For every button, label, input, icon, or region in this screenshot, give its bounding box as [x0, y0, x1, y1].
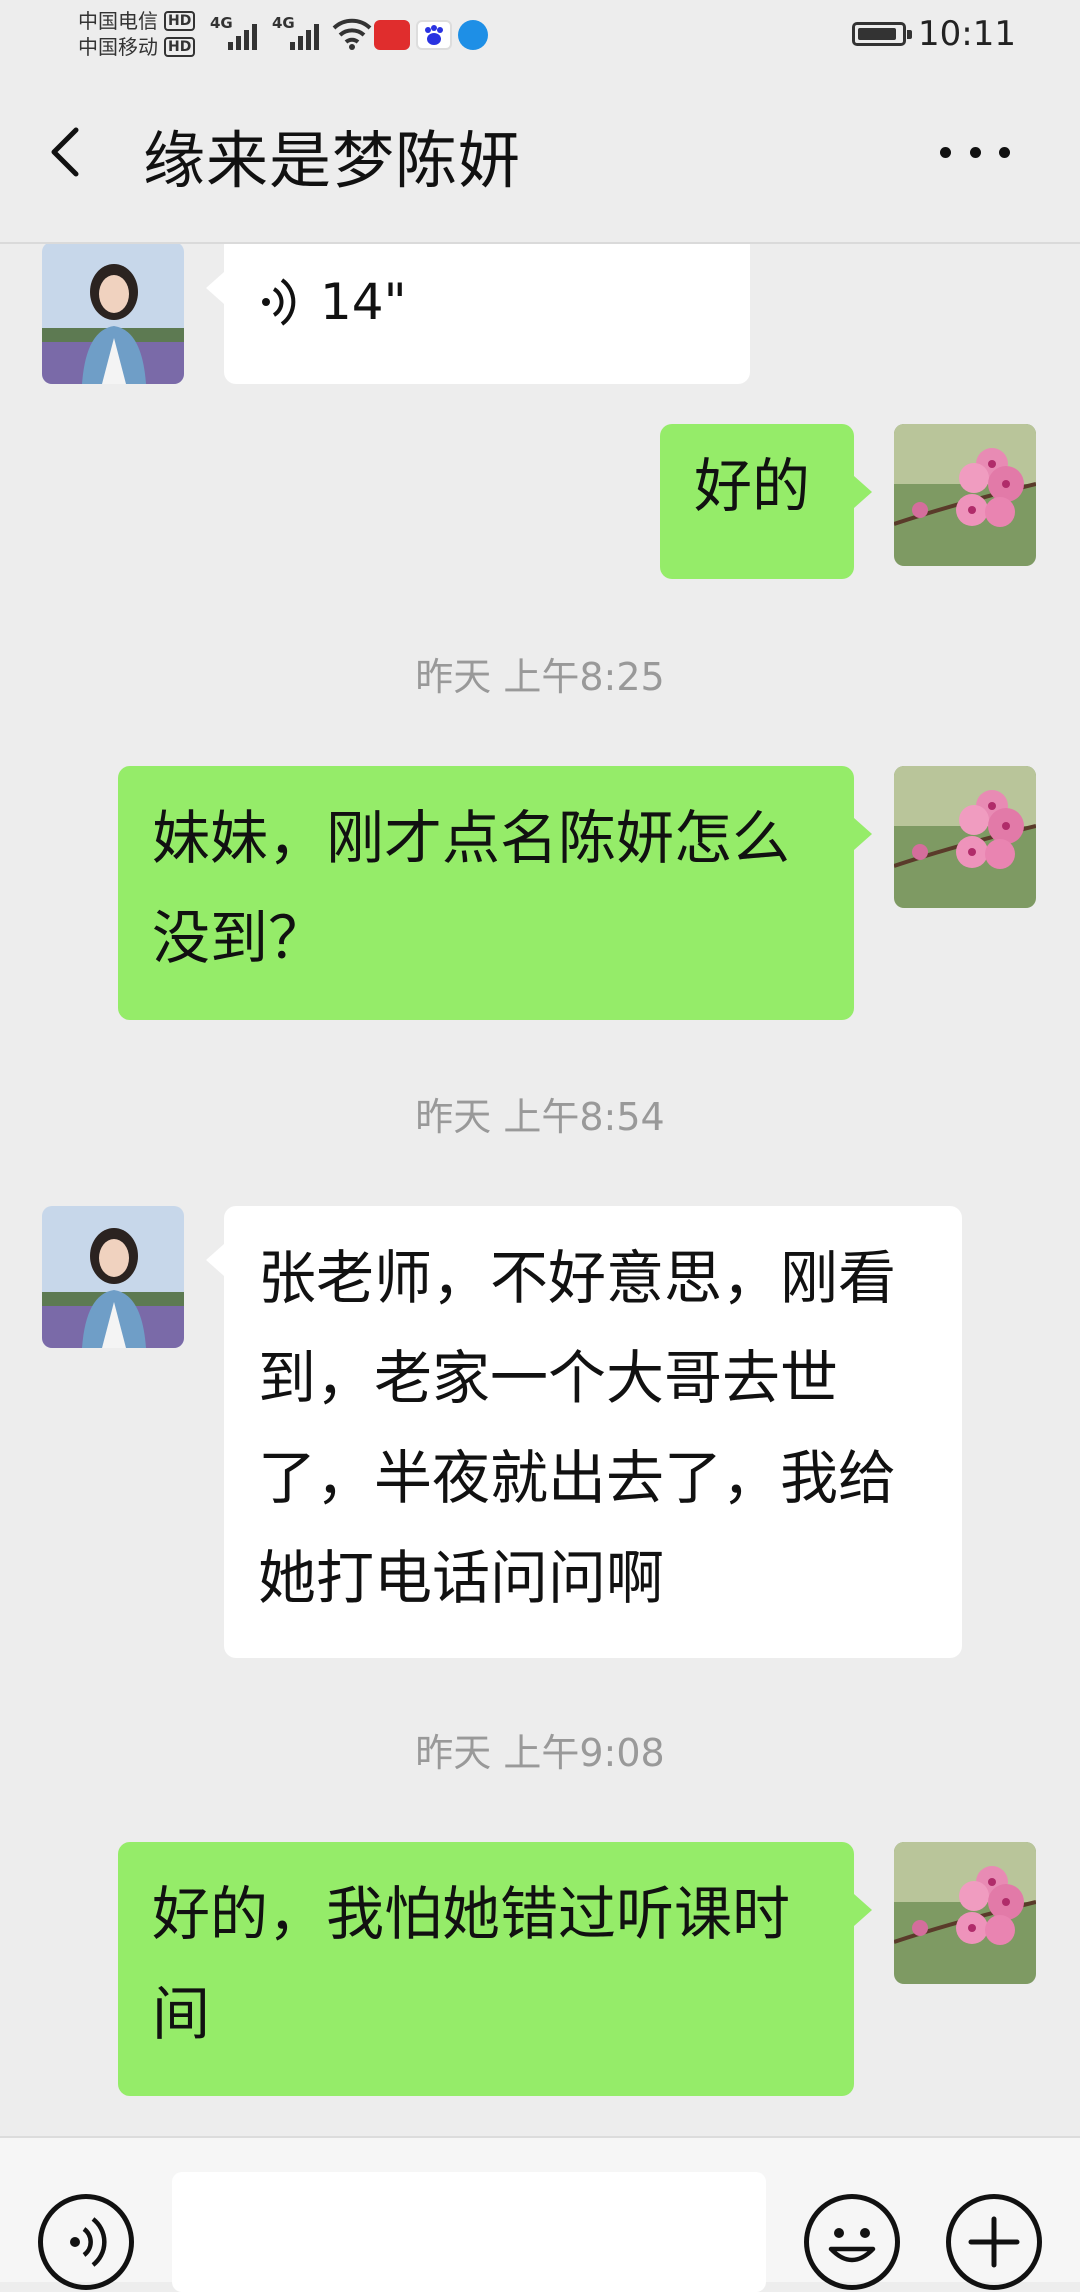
- message-timestamp: 昨天 上午9:08: [415, 1731, 665, 1775]
- message-bubble-outgoing[interactable]: 好的，我怕她错过听课时间: [118, 1842, 872, 2096]
- message-bubble-outgoing[interactable]: 好的: [660, 424, 872, 579]
- emoji-icon: [828, 2228, 876, 2263]
- message-input[interactable]: [172, 2172, 766, 2292]
- message-bubble-incoming[interactable]: 张老师，不好意思，刚看到，老家一个大哥去世了，半夜就出去了，我给她打电话问问啊: [206, 1206, 962, 1658]
- message-list: 14" 好的 昨天 上午8:25 妹妹，刚才点名陈妍怎么没到？ 昨天 上午8:5…: [0, 244, 1080, 2136]
- emoji-button[interactable]: [804, 2194, 900, 2290]
- wifi-icon: [332, 18, 372, 50]
- message-text: 好的: [694, 452, 811, 520]
- plus-button[interactable]: [946, 2194, 1042, 2290]
- hd-badge-2: HD: [164, 37, 196, 57]
- my-avatar[interactable]: [894, 424, 1036, 566]
- baidu-icon: [416, 20, 452, 50]
- my-avatar[interactable]: [894, 766, 1036, 908]
- battery-level: [858, 28, 896, 40]
- contact-avatar[interactable]: [42, 244, 184, 384]
- my-avatar[interactable]: [894, 1842, 1036, 1984]
- chat-title: 缘来是梦陈妍: [143, 124, 522, 197]
- voice-input-icon: [70, 2217, 107, 2267]
- message-text: 张老师，不好意思，刚看到，老家一个大哥去世了，半夜就出去了，我给她打电话问问啊: [258, 1244, 897, 1612]
- input-bar: [0, 2136, 1080, 2292]
- message-timestamp: 昨天 上午8:25: [415, 655, 665, 699]
- carrier-1-label: 中国电信: [78, 9, 158, 33]
- voice-input-button[interactable]: [38, 2194, 134, 2290]
- browser-icon: [458, 20, 488, 50]
- hd-badge-1: HD: [164, 11, 196, 31]
- voice-message-bubble[interactable]: 14": [206, 244, 750, 384]
- plus-icon: [968, 2216, 1020, 2268]
- message-timestamp: 昨天 上午8:54: [415, 1095, 665, 1139]
- carrier-2-label: 中国移动: [78, 35, 158, 59]
- carrier-info: 中国电信 HD 中国移动 HD: [78, 8, 196, 60]
- message-text: 妹妹，刚才点名陈妍怎么没到？: [152, 804, 791, 972]
- message-text: 好的，我怕她错过听课时间: [152, 1880, 791, 2048]
- status-time: 10:11: [918, 14, 1016, 54]
- signal-bars-1-icon: [228, 24, 257, 50]
- signal-bars-2-icon: [290, 24, 319, 50]
- toutiao-icon: [374, 20, 410, 50]
- voice-wave-icon: [262, 278, 296, 326]
- more-dots-icon[interactable]: [940, 142, 1010, 162]
- voice-duration: 14": [320, 273, 407, 331]
- battery-icon: [852, 22, 912, 46]
- message-bubble-outgoing[interactable]: 妹妹，刚才点名陈妍怎么没到？: [118, 766, 872, 1020]
- voice-message: 14": [258, 270, 716, 334]
- chat-header: 缘来是梦陈妍: [0, 70, 1080, 242]
- status-bar: 中国电信 HD 中国移动 HD 4G 4G 10:11: [0, 0, 1080, 70]
- chevron-left-icon[interactable]: [40, 122, 100, 182]
- contact-avatar[interactable]: [42, 1206, 184, 1348]
